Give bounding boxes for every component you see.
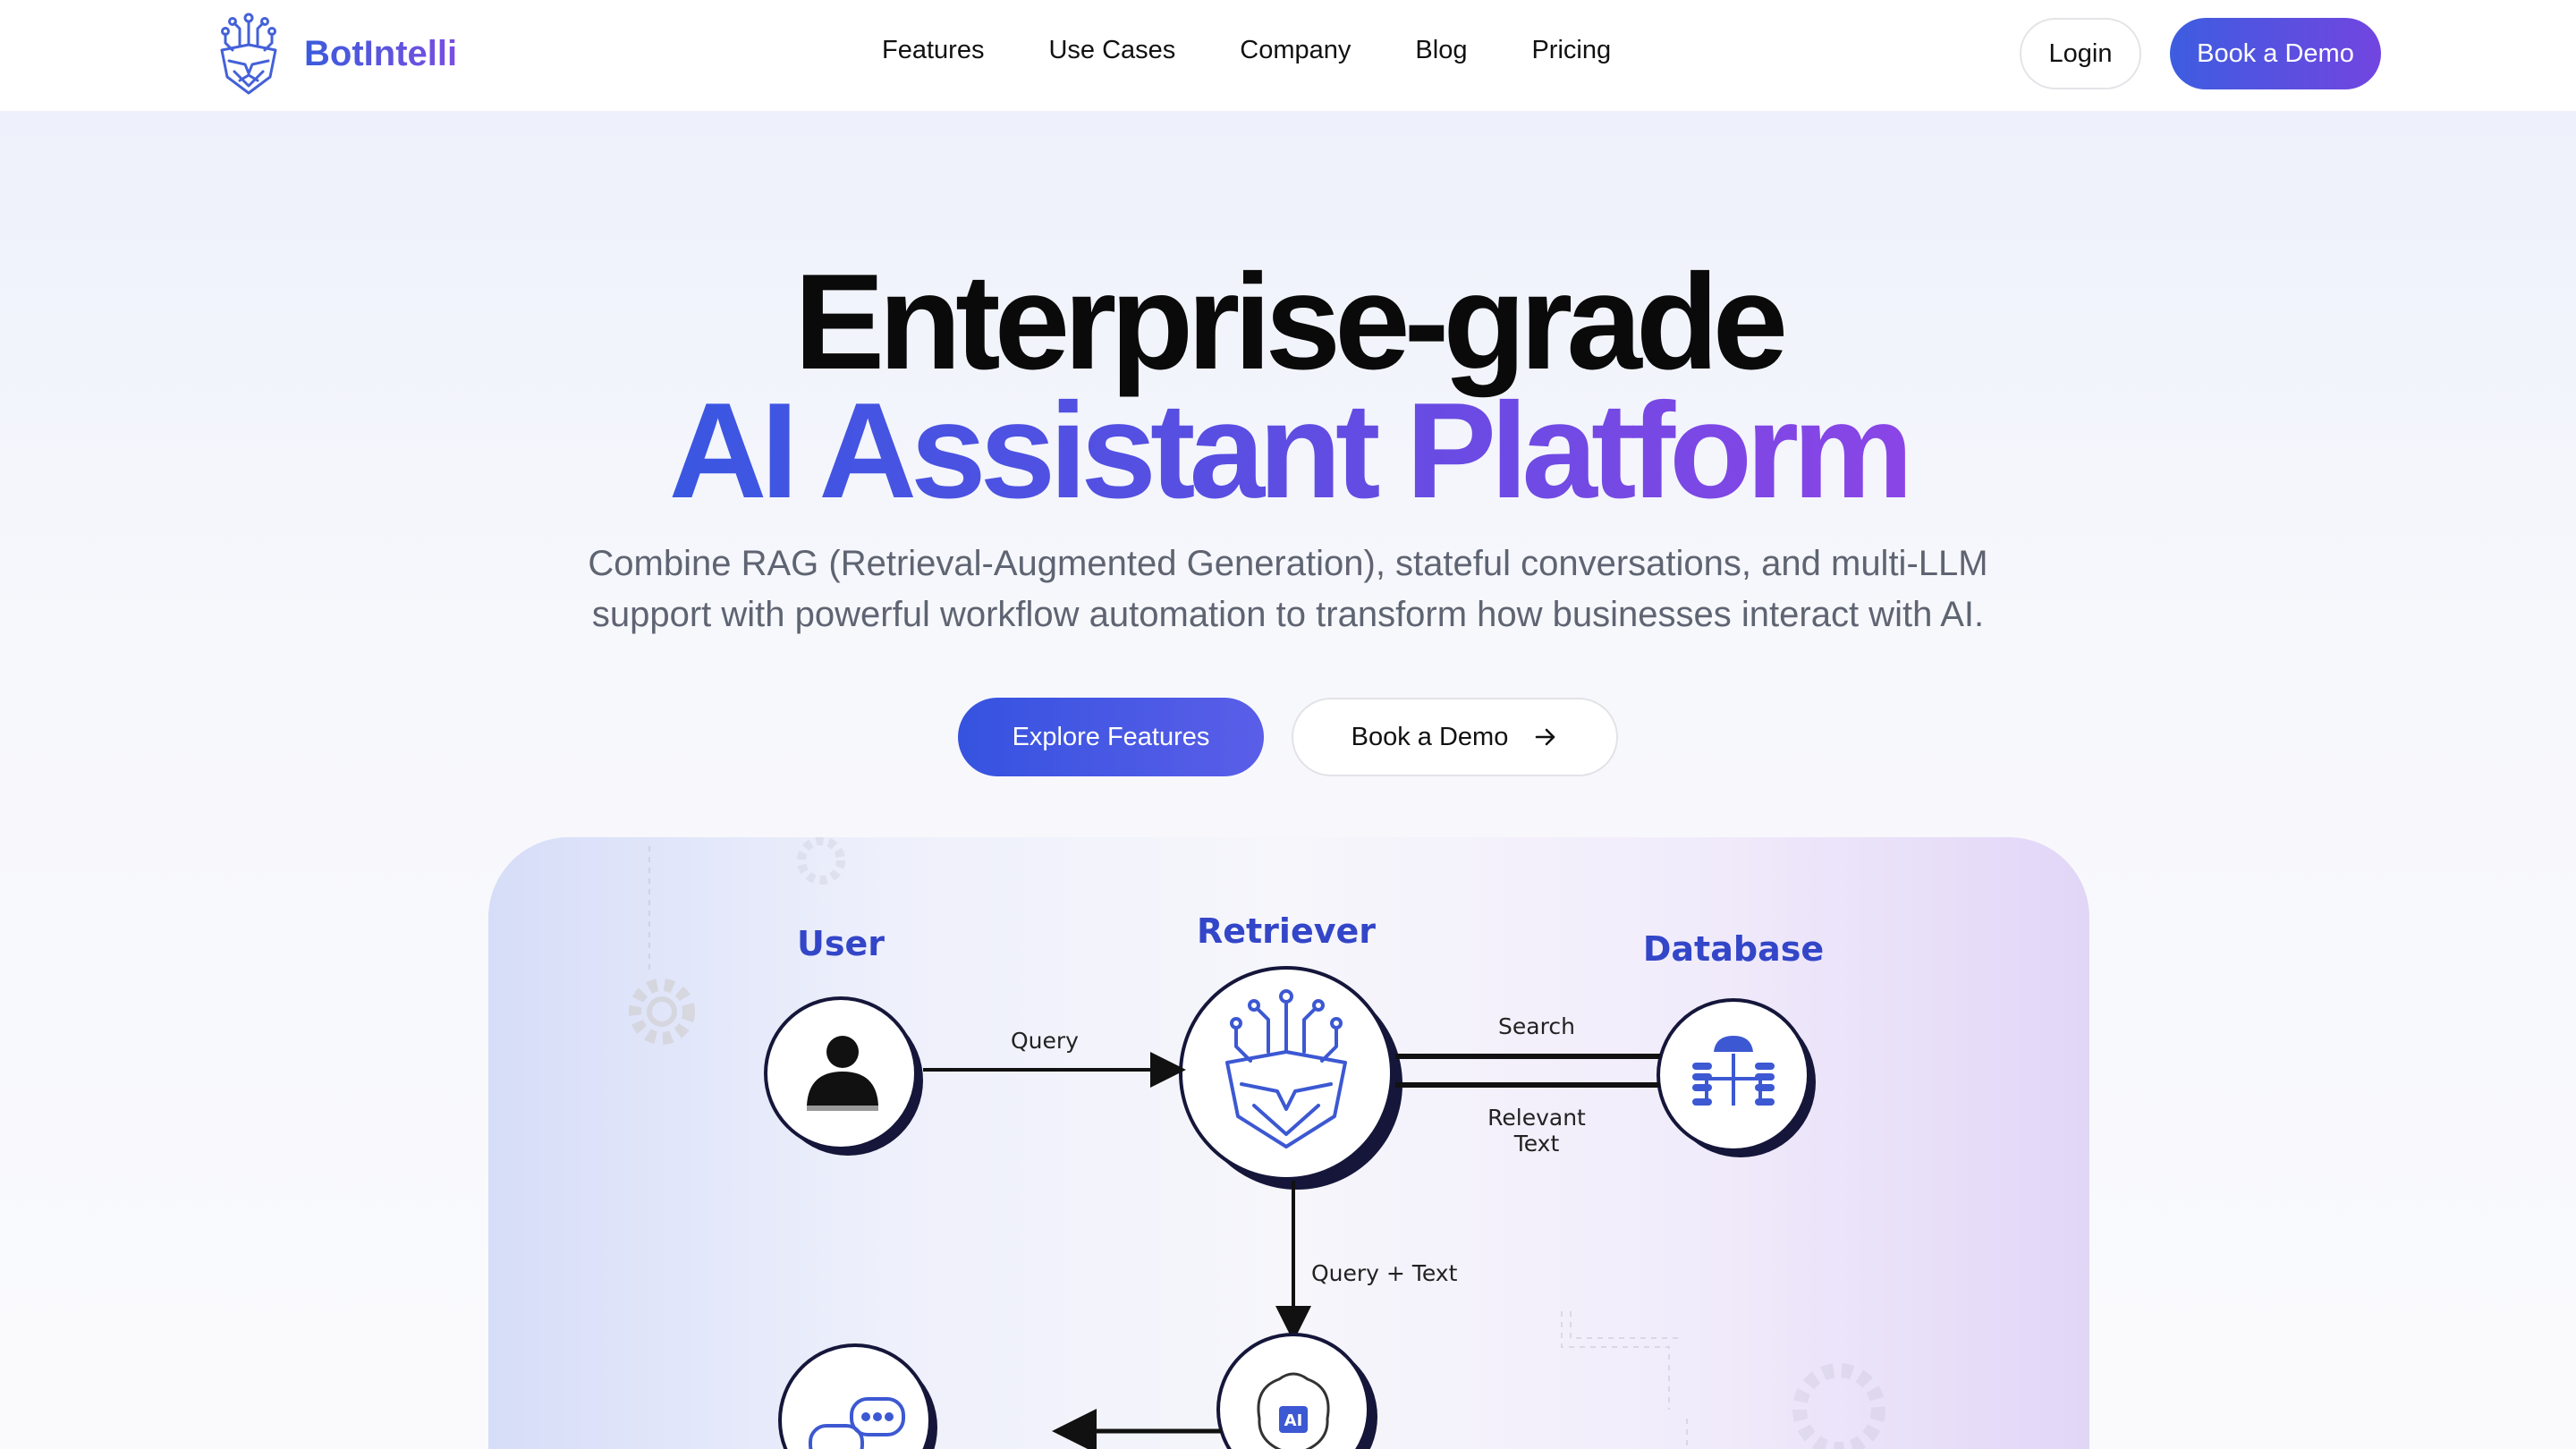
decorative-gear-icon <box>629 979 695 1045</box>
robot-head-logo-icon <box>220 13 277 95</box>
hero-headline-gradient-text: AI Assistant Platform <box>668 375 1914 527</box>
nav-link-company[interactable]: Company <box>1240 36 1351 65</box>
nav-link-use-cases[interactable]: Use Cases <box>1048 36 1175 65</box>
hero-subtitle-line2: support with powerful workflow automatio… <box>591 595 1985 634</box>
user-node-title: User <box>797 924 885 963</box>
book-demo-button[interactable]: Book a Demo <box>1292 698 1618 776</box>
database-node-title: Database <box>1643 929 1824 969</box>
chat-node <box>778 1343 937 1449</box>
hero-headline-line2: AI Assistant Platform <box>0 379 2576 522</box>
relevant-edge-label-line1: Relevant <box>1487 1105 1586 1131</box>
decorative-gear-icon-top <box>797 837 845 885</box>
book-demo-label: Book a Demo <box>1351 722 1509 751</box>
user-node <box>764 996 923 1156</box>
rag-flow-diagram: User Retriever Database Query Search Rel… <box>629 837 1885 1449</box>
retriever-node <box>1179 966 1402 1190</box>
search-edge-label: Search <box>1498 1013 1575 1039</box>
arrow-right-icon <box>1536 728 1555 746</box>
brand-logo[interactable]: BotIntelli <box>213 9 457 98</box>
ai-chip-label: AI <box>1284 1411 1303 1430</box>
llm-node: AI <box>1216 1333 1377 1449</box>
query-text-edge-label: Query + Text <box>1311 1260 1458 1286</box>
login-button[interactable]: Login <box>2020 18 2141 89</box>
explore-features-button[interactable]: Explore Features <box>958 698 1264 776</box>
nav-link-pricing[interactable]: Pricing <box>1531 36 1611 65</box>
relevant-edge-label-line2: Text <box>1513 1131 1560 1157</box>
retriever-node-title: Retriever <box>1197 911 1376 951</box>
nav-link-features[interactable]: Features <box>882 36 984 65</box>
brand-name: BotIntelli <box>304 33 458 73</box>
hero-headline-line1: Enterprise-grade <box>793 246 1788 398</box>
nav-book-demo-button[interactable]: Book a Demo <box>2170 18 2381 89</box>
nav-link-blog[interactable]: Blog <box>1415 36 1467 65</box>
rag-diagram-card: User Retriever Database Query Search Rel… <box>488 837 2089 1449</box>
database-node <box>1657 998 1816 1157</box>
hero-subtitle-line1: Combine RAG (Retrieval-Augmented Generat… <box>588 544 1988 583</box>
hero-subtitle: Combine RAG (Retrieval-Augmented Generat… <box>537 538 2039 640</box>
top-nav: BotIntelli Features Use Cases Company Bl… <box>0 0 2576 111</box>
decorative-gear-icon-bottom-right <box>1792 1363 1885 1449</box>
query-edge-label: Query <box>1011 1028 1079 1054</box>
nav-links: Features Use Cases Company Blog Pricing <box>882 36 1611 65</box>
